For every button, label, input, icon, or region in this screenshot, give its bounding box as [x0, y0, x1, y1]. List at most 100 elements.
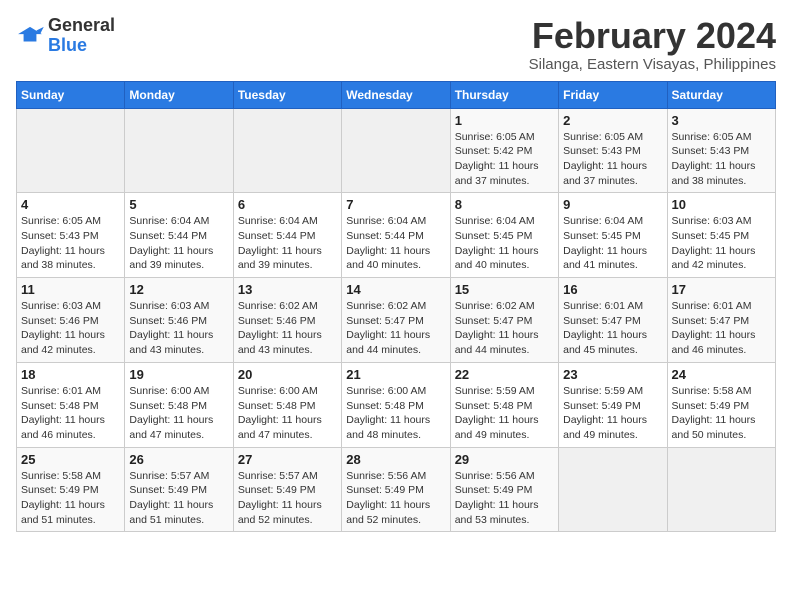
logo-icon: [16, 25, 44, 47]
calendar-day-cell: 17 Sunrise: 6:01 AM Sunset: 5:47 PM Dayli…: [667, 278, 775, 363]
day-info: Sunrise: 6:00 AM Sunset: 5:48 PM Dayligh…: [238, 384, 337, 443]
calendar-day-cell: 6 Sunrise: 6:04 AM Sunset: 5:44 PM Daylig…: [233, 193, 341, 278]
day-info: Sunrise: 6:04 AM Sunset: 5:44 PM Dayligh…: [346, 214, 445, 273]
calendar-header-cell: Thursday: [450, 81, 558, 108]
calendar-day-cell: 14 Sunrise: 6:02 AM Sunset: 5:47 PM Dayli…: [342, 278, 450, 363]
day-info: Sunrise: 6:05 AM Sunset: 5:43 PM Dayligh…: [21, 214, 120, 273]
calendar-day-cell: 27 Sunrise: 5:57 AM Sunset: 5:49 PM Dayli…: [233, 447, 341, 532]
day-info: Sunrise: 5:58 AM Sunset: 5:49 PM Dayligh…: [21, 469, 120, 528]
day-info: Sunrise: 6:04 AM Sunset: 5:44 PM Dayligh…: [129, 214, 228, 273]
day-number: 6: [238, 197, 337, 212]
day-info: Sunrise: 6:05 AM Sunset: 5:42 PM Dayligh…: [455, 130, 554, 189]
day-number: 24: [672, 367, 771, 382]
calendar-week-row: 11 Sunrise: 6:03 AM Sunset: 5:46 PM Dayli…: [17, 278, 776, 363]
calendar-week-row: 18 Sunrise: 6:01 AM Sunset: 5:48 PM Dayli…: [17, 362, 776, 447]
calendar-header-cell: Monday: [125, 81, 233, 108]
day-number: 9: [563, 197, 662, 212]
calendar-header-cell: Wednesday: [342, 81, 450, 108]
day-number: 18: [21, 367, 120, 382]
calendar-day-cell: 12 Sunrise: 6:03 AM Sunset: 5:46 PM Dayli…: [125, 278, 233, 363]
day-number: 26: [129, 452, 228, 467]
day-number: 1: [455, 113, 554, 128]
calendar-header-cell: Sunday: [17, 81, 125, 108]
day-info: Sunrise: 5:57 AM Sunset: 5:49 PM Dayligh…: [238, 469, 337, 528]
day-number: 11: [21, 282, 120, 297]
day-info: Sunrise: 6:05 AM Sunset: 5:43 PM Dayligh…: [563, 130, 662, 189]
calendar-day-cell: 18 Sunrise: 6:01 AM Sunset: 5:48 PM Dayli…: [17, 362, 125, 447]
day-info: Sunrise: 6:00 AM Sunset: 5:48 PM Dayligh…: [129, 384, 228, 443]
day-number: 22: [455, 367, 554, 382]
calendar-day-cell: 1 Sunrise: 6:05 AM Sunset: 5:42 PM Daylig…: [450, 108, 558, 193]
calendar-week-row: 1 Sunrise: 6:05 AM Sunset: 5:42 PM Daylig…: [17, 108, 776, 193]
page-title: February 2024: [529, 16, 776, 56]
day-number: 7: [346, 197, 445, 212]
calendar-header-cell: Saturday: [667, 81, 775, 108]
calendar-day-cell: 22Sunrise: 5:59 AM Sunset: 5:48 PM Dayli…: [450, 362, 558, 447]
day-info: Sunrise: 6:03 AM Sunset: 5:46 PM Dayligh…: [129, 299, 228, 358]
day-number: 12: [129, 282, 228, 297]
calendar-day-cell: 4 Sunrise: 6:05 AM Sunset: 5:43 PM Daylig…: [17, 193, 125, 278]
calendar-day-cell: [559, 447, 667, 532]
day-info: Sunrise: 6:03 AM Sunset: 5:45 PM Dayligh…: [672, 214, 771, 273]
calendar-day-cell: 7 Sunrise: 6:04 AM Sunset: 5:44 PM Daylig…: [342, 193, 450, 278]
calendar-day-cell: 15Sunrise: 6:02 AM Sunset: 5:47 PM Dayli…: [450, 278, 558, 363]
calendar-day-cell: 26 Sunrise: 5:57 AM Sunset: 5:49 PM Dayli…: [125, 447, 233, 532]
day-info: Sunrise: 6:05 AM Sunset: 5:43 PM Dayligh…: [672, 130, 771, 189]
logo-text: General Blue: [48, 16, 115, 56]
day-info: Sunrise: 6:04 AM Sunset: 5:44 PM Dayligh…: [238, 214, 337, 273]
day-number: 15: [455, 282, 554, 297]
calendar-day-cell: 11 Sunrise: 6:03 AM Sunset: 5:46 PM Dayli…: [17, 278, 125, 363]
day-number: 14: [346, 282, 445, 297]
day-info: Sunrise: 6:02 AM Sunset: 5:46 PM Dayligh…: [238, 299, 337, 358]
calendar-header-row: SundayMondayTuesdayWednesdayThursdayFrid…: [17, 81, 776, 108]
day-number: 3: [672, 113, 771, 128]
day-number: 29: [455, 452, 554, 467]
day-number: 28: [346, 452, 445, 467]
day-number: 8: [455, 197, 554, 212]
day-info: Sunrise: 6:03 AM Sunset: 5:46 PM Dayligh…: [21, 299, 120, 358]
calendar-day-cell: [125, 108, 233, 193]
calendar-day-cell: [233, 108, 341, 193]
day-info: Sunrise: 6:01 AM Sunset: 5:47 PM Dayligh…: [672, 299, 771, 358]
calendar-day-cell: 24Sunrise: 5:58 AM Sunset: 5:49 PM Dayli…: [667, 362, 775, 447]
day-info: Sunrise: 5:56 AM Sunset: 5:49 PM Dayligh…: [455, 469, 554, 528]
calendar-day-cell: 25 Sunrise: 5:58 AM Sunset: 5:49 PM Dayli…: [17, 447, 125, 532]
day-info: Sunrise: 6:00 AM Sunset: 5:48 PM Dayligh…: [346, 384, 445, 443]
header: General Blue February 2024 Silanga, East…: [16, 16, 776, 73]
calendar-week-row: 4 Sunrise: 6:05 AM Sunset: 5:43 PM Daylig…: [17, 193, 776, 278]
day-info: Sunrise: 6:02 AM Sunset: 5:47 PM Dayligh…: [346, 299, 445, 358]
day-info: Sunrise: 6:01 AM Sunset: 5:47 PM Dayligh…: [563, 299, 662, 358]
day-info: Sunrise: 5:59 AM Sunset: 5:49 PM Dayligh…: [563, 384, 662, 443]
calendar-header-cell: Tuesday: [233, 81, 341, 108]
page-subtitle: Silanga, Eastern Visayas, Philippines: [529, 56, 776, 73]
day-info: Sunrise: 5:57 AM Sunset: 5:49 PM Dayligh…: [129, 469, 228, 528]
day-number: 2: [563, 113, 662, 128]
calendar-day-cell: 3 Sunrise: 6:05 AM Sunset: 5:43 PM Daylig…: [667, 108, 775, 193]
calendar-day-cell: 8 Sunrise: 6:04 AM Sunset: 5:45 PM Daylig…: [450, 193, 558, 278]
day-number: 16: [563, 282, 662, 297]
calendar-header-cell: Friday: [559, 81, 667, 108]
calendar-day-cell: 10 Sunrise: 6:03 AM Sunset: 5:45 PM Dayli…: [667, 193, 775, 278]
calendar-table: SundayMondayTuesdayWednesdayThursdayFrid…: [16, 81, 776, 533]
day-info: Sunrise: 6:01 AM Sunset: 5:48 PM Dayligh…: [21, 384, 120, 443]
calendar-day-cell: 21Sunrise: 6:00 AM Sunset: 5:48 PM Dayli…: [342, 362, 450, 447]
day-info: Sunrise: 6:04 AM Sunset: 5:45 PM Dayligh…: [455, 214, 554, 273]
calendar-body: 1 Sunrise: 6:05 AM Sunset: 5:42 PM Daylig…: [17, 108, 776, 532]
day-info: Sunrise: 5:56 AM Sunset: 5:49 PM Dayligh…: [346, 469, 445, 528]
day-number: 23: [563, 367, 662, 382]
calendar-day-cell: 28 Sunrise: 5:56 AM Sunset: 5:49 PM Dayli…: [342, 447, 450, 532]
calendar-day-cell: [17, 108, 125, 193]
day-number: 19: [129, 367, 228, 382]
calendar-week-row: 25 Sunrise: 5:58 AM Sunset: 5:49 PM Dayli…: [17, 447, 776, 532]
calendar-day-cell: 2 Sunrise: 6:05 AM Sunset: 5:43 PM Daylig…: [559, 108, 667, 193]
day-info: Sunrise: 6:04 AM Sunset: 5:45 PM Dayligh…: [563, 214, 662, 273]
calendar-day-cell: 5 Sunrise: 6:04 AM Sunset: 5:44 PM Daylig…: [125, 193, 233, 278]
day-number: 27: [238, 452, 337, 467]
day-number: 13: [238, 282, 337, 297]
day-number: 25: [21, 452, 120, 467]
day-number: 17: [672, 282, 771, 297]
calendar-day-cell: [342, 108, 450, 193]
day-number: 5: [129, 197, 228, 212]
day-number: 10: [672, 197, 771, 212]
day-number: 4: [21, 197, 120, 212]
